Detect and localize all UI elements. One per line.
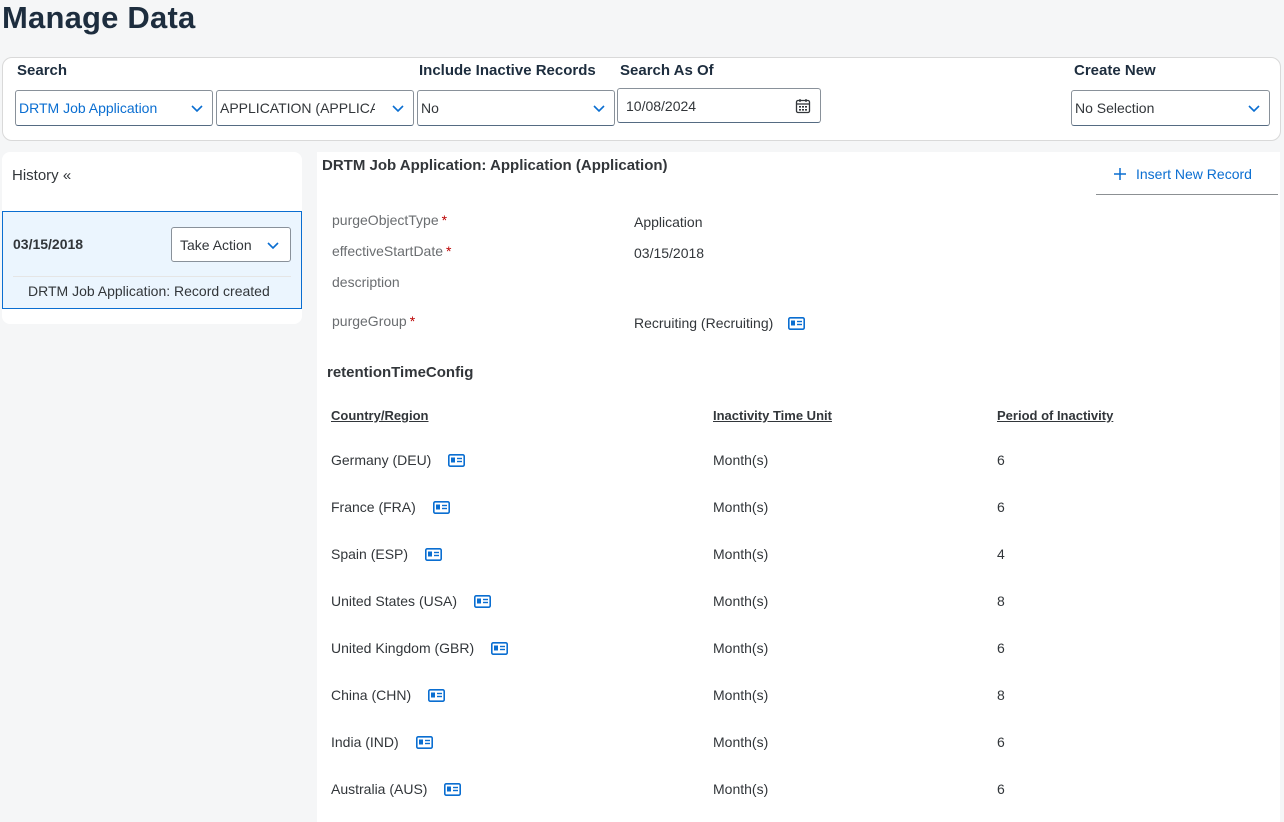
history-entry-date: 03/15/2018 [13, 236, 84, 252]
column-header-country[interactable]: Country/Region [331, 408, 429, 423]
page-title: Manage Data [2, 0, 196, 35]
chevron-down-icon [1248, 105, 1260, 113]
table-cell-period: 8 [997, 687, 1005, 703]
required-marker: * [446, 243, 452, 259]
contact-card-icon[interactable] [491, 641, 509, 655]
table-cell-period: 6 [997, 734, 1005, 750]
history-entry-description: DRTM Job Application: Record created [28, 283, 270, 299]
table-cell-time-unit: Month(s) [713, 687, 769, 703]
contact-card-icon[interactable] [788, 316, 806, 330]
create-new-label: Create New [1074, 62, 1156, 79]
insert-new-record-label: Insert New Record [1136, 166, 1252, 182]
table-cell-time-unit: Month(s) [713, 781, 769, 797]
insert-new-record-button[interactable]: Insert New Record [1113, 164, 1252, 184]
table-cell-time-unit: Month(s) [713, 734, 769, 750]
table-cell-country: United Kingdom (GBR) [331, 640, 509, 656]
required-marker: * [441, 212, 448, 228]
divider [13, 276, 291, 277]
section-title-retention: retentionTimeConfig [327, 364, 474, 381]
field-value-purge-group: Recruiting (Recruiting) [634, 315, 806, 331]
take-action-label: Take Action [180, 236, 252, 253]
search-panel: Search DRTM Job Application APPLICATION … [2, 57, 1281, 141]
history-collapse-toggle[interactable]: History « [12, 167, 71, 184]
column-header-time-unit[interactable]: Inactivity Time Unit [713, 408, 832, 423]
table-cell-period: 4 [997, 546, 1005, 562]
chevron-down-icon [267, 242, 279, 250]
inactive-label: Include Inactive Records [419, 62, 596, 79]
field-value-effective-start-date: 03/15/2018 [634, 245, 705, 261]
table-cell-time-unit: Month(s) [713, 593, 769, 609]
inactive-records-select[interactable]: No [417, 90, 615, 126]
table-cell-country: Spain (ESP) [331, 546, 443, 562]
contact-card-icon[interactable] [474, 594, 492, 608]
field-label-effective-start-date: effectiveStartDate * [332, 243, 452, 259]
as-of-date-value: 10/08/2024 [626, 97, 697, 114]
table-cell-country: United States (USA) [331, 593, 492, 609]
table-cell-period: 6 [997, 452, 1005, 468]
search-label: Search [17, 62, 68, 79]
record-detail-panel: DRTM Job Application: Application (Appli… [317, 152, 1280, 822]
table-cell-time-unit: Month(s) [713, 640, 769, 656]
contact-card-icon[interactable] [432, 500, 450, 514]
calendar-icon[interactable] [795, 98, 811, 114]
plus-icon [1114, 168, 1126, 180]
table-cell-time-unit: Month(s) [713, 452, 769, 468]
divider [1096, 194, 1278, 195]
create-new-value: No Selection [1075, 100, 1155, 116]
table-cell-period: 6 [997, 781, 1005, 797]
object-type-value: DRTM Job Application [19, 100, 158, 116]
required-marker: * [409, 313, 416, 329]
chevron-down-icon [392, 105, 404, 113]
table-cell-period: 6 [997, 499, 1005, 515]
column-header-period[interactable]: Period of Inactivity [997, 408, 1113, 423]
table-cell-time-unit: Month(s) [713, 546, 769, 562]
search-as-of-datepicker[interactable]: 10/08/2024 [617, 88, 821, 123]
record-title: DRTM Job Application: Application (Appli… [322, 157, 668, 174]
inactive-records-value: No [421, 100, 439, 116]
contact-card-icon[interactable] [428, 688, 446, 702]
field-label-description: description [332, 274, 400, 290]
chevron-down-icon [593, 105, 605, 113]
create-new-select[interactable]: No Selection [1071, 90, 1270, 126]
contact-card-icon[interactable] [415, 735, 433, 749]
contact-card-icon[interactable] [448, 453, 466, 467]
contact-card-icon[interactable] [444, 782, 462, 796]
table-cell-country: Australia (AUS) [331, 781, 462, 797]
table-cell-country: France (FRA) [331, 499, 450, 515]
table-cell-country: India (IND) [331, 734, 433, 750]
history-entry[interactable]: 03/15/2018 Take Action DRTM Job Applicat… [2, 211, 302, 309]
as-of-label: Search As Of [620, 62, 714, 79]
chevron-down-icon [191, 105, 203, 113]
table-cell-time-unit: Month(s) [713, 499, 769, 515]
take-action-button[interactable]: Take Action [171, 227, 291, 262]
object-instance-select[interactable]: APPLICATION (APPLICATION) [216, 90, 414, 126]
object-type-select[interactable]: DRTM Job Application [15, 90, 213, 126]
history-panel: History « 03/15/2018 Take Action DRTM Jo… [2, 152, 302, 324]
field-label-purge-group: purgeGroup * [332, 313, 416, 329]
field-label-purge-object-type: purgeObjectType * [332, 212, 448, 228]
table-cell-period: 8 [997, 593, 1005, 609]
contact-card-icon[interactable] [425, 547, 443, 561]
table-cell-country: Germany (DEU) [331, 452, 466, 468]
table-cell-period: 6 [997, 640, 1005, 656]
object-instance-value: APPLICATION (APPLICATION) [220, 100, 375, 116]
table-cell-country: China (CHN) [331, 687, 446, 703]
field-value-purge-object-type: Application [634, 214, 703, 230]
